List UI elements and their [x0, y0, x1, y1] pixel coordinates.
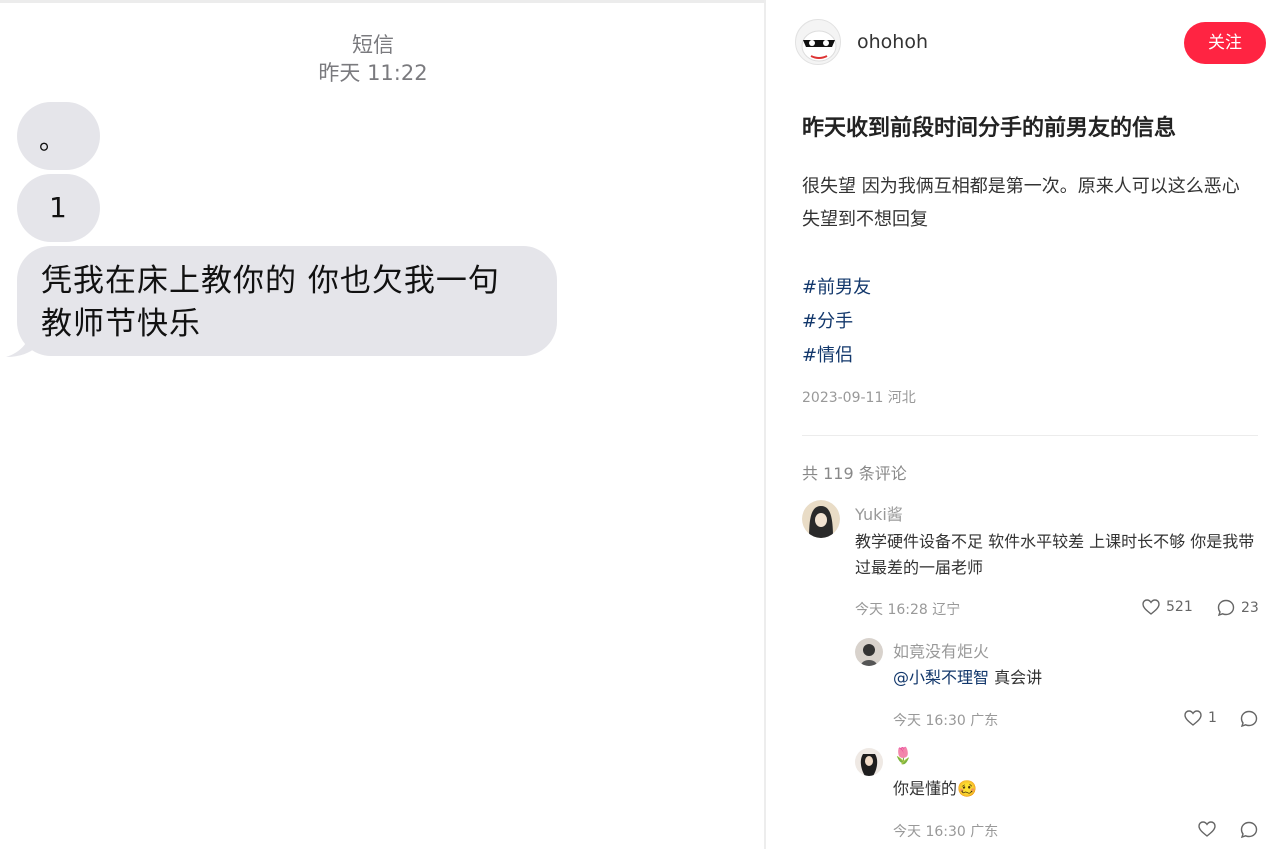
post-tag[interactable]: #情侣	[802, 341, 853, 367]
comment-bubble-icon	[1240, 821, 1258, 839]
comment-count: 共 119 条评论	[802, 464, 907, 483]
message-bubble: 凭我在床上教你的 你也欠我一句教师节快乐	[17, 246, 557, 356]
like-button[interactable]	[1198, 821, 1222, 837]
like-button[interactable]: 1	[1184, 710, 1217, 726]
reply-button[interactable]	[1240, 821, 1264, 839]
commenter-avatar[interactable]	[855, 748, 883, 776]
comment-time-location: 今天 16:30 广东	[893, 824, 999, 840]
sms-screenshot: 短信 昨天 11:22 。 1 凭我在床上教你的 你也欠我一句教师节快乐	[0, 0, 764, 849]
post-tag[interactable]: #分手	[802, 307, 853, 333]
heart-icon	[1184, 710, 1202, 726]
commenter-avatar[interactable]	[855, 638, 883, 666]
commenter-name[interactable]: 🌷	[893, 746, 913, 765]
message-bubble: 1	[17, 174, 100, 242]
author-avatar[interactable]	[795, 19, 841, 65]
like-count: 521	[1166, 599, 1193, 615]
comment-bubble-icon	[1240, 710, 1258, 728]
like-count: 1	[1208, 710, 1217, 726]
reply-button[interactable]: 23	[1217, 599, 1259, 617]
sms-app-title: 短信	[352, 33, 394, 57]
post-tag[interactable]: #前男友	[802, 273, 871, 299]
comment-text: @小梨不理智 真会讲	[893, 665, 1042, 691]
message-text: 1	[49, 191, 67, 224]
comment-text: 教学硬件设备不足 软件水平较差 上课时长不够 你是我带过最差的一届老师	[855, 532, 1255, 577]
sms-timestamp: 昨天 11:22	[318, 61, 428, 85]
user-mention[interactable]: @小梨不理智	[893, 668, 989, 687]
comment-time-location: 今天 16:30 广东	[893, 713, 999, 729]
author-name[interactable]: ohohoh	[857, 31, 928, 53]
reply-count: 23	[1241, 600, 1259, 616]
heart-icon	[1198, 821, 1216, 837]
reply-button[interactable]	[1240, 710, 1264, 728]
message-bubble: 。	[17, 102, 100, 170]
like-button[interactable]: 521	[1142, 599, 1193, 615]
message-text: 凭我在床上教你的 你也欠我一句教师节快乐	[41, 263, 500, 342]
comment-bubble-icon	[1217, 599, 1235, 617]
post-body: 很失望 因为我俩互相都是第一次。原来人可以这么恶心 失望到不想回复	[802, 176, 1240, 230]
commenter-avatar[interactable]	[802, 500, 840, 538]
follow-button[interactable]: 关注	[1184, 22, 1266, 64]
comment-text: 你是懂的🥴	[893, 779, 977, 798]
commenter-name[interactable]: Yuki酱	[855, 501, 903, 525]
message-text: 。	[39, 126, 66, 156]
post-title: 昨天收到前段时间分手的前男友的信息	[802, 116, 1177, 141]
heart-icon	[1142, 599, 1160, 615]
comment-time-location: 今天 16:28 辽宁	[855, 602, 961, 618]
comment-text-body: 真会讲	[994, 668, 1043, 687]
commenter-name[interactable]: 如竟没有炬火	[893, 638, 989, 662]
post-detail: ohohoh 关注 昨天收到前段时间分手的前男友的信息 很失望 因为我俩互相都是…	[766, 0, 1280, 849]
post-date-location: 2023-09-11 河北	[802, 390, 916, 406]
divider	[802, 435, 1258, 436]
